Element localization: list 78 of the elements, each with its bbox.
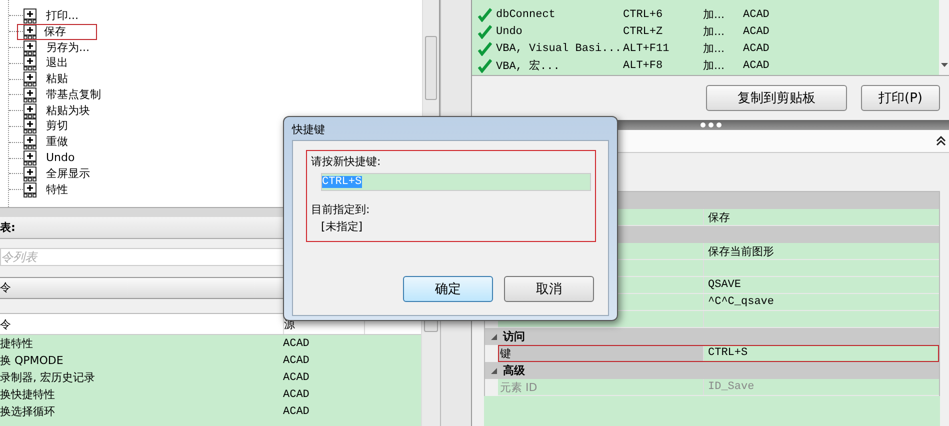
command-name[interactable]: VBA, Visual Basi...: [496, 42, 623, 54]
command-icon: [23, 24, 37, 40]
collapse-icon[interactable]: [936, 136, 946, 146]
tree-item[interactable]: 粘贴为块: [43, 102, 93, 119]
source-cell-text: ACAD: [743, 26, 770, 38]
tree-item[interactable]: 另存为...: [43, 40, 92, 56]
expand-icon[interactable]: [491, 368, 497, 374]
property-name: 元素 ID: [498, 379, 704, 395]
source-cell-text: ACAD: [283, 388, 310, 400]
command-name[interactable]: 捷特性: [0, 336, 283, 351]
shortcut-keys: CTRL+6: [623, 8, 703, 20]
command-icon: [23, 118, 37, 134]
type-cell-text: 加...: [703, 58, 726, 73]
property-name: 键: [498, 345, 704, 361]
command-icon: [23, 55, 37, 72]
tree-item[interactable]: 特性: [43, 182, 71, 198]
assigned-value: [未指定]: [320, 219, 364, 235]
tree-item[interactable]: 保存: [17, 24, 97, 40]
command-name[interactable]: 换选择循环: [0, 404, 283, 419]
property-value: ^C^C_qsave: [707, 295, 776, 310]
dialog-button[interactable]: 取消: [504, 276, 594, 302]
check-icon: [478, 42, 492, 56]
command-icon: [23, 8, 37, 24]
shortcut-keys: ALT+F11: [623, 42, 703, 54]
tree-item[interactable]: 粘贴: [43, 71, 71, 88]
command-name[interactable]: 录制器, 宏历史记录: [0, 370, 283, 385]
expand-icon[interactable]: [491, 334, 497, 340]
command-name[interactable]: 换 QPMODE: [0, 353, 283, 368]
command-icon: [23, 134, 37, 150]
command-icon: [23, 71, 37, 88]
source-cell-text: ACAD: [743, 60, 770, 72]
property-value: CTRL+S: [707, 346, 749, 361]
category-label: 访问: [503, 329, 525, 344]
command-name[interactable]: VBA, 宏...: [496, 58, 623, 73]
source-cell-text: ACAD: [283, 338, 310, 350]
dialog-title: 快捷键: [290, 122, 326, 138]
source-cell-text: ACAD: [743, 8, 770, 20]
check-icon: [478, 24, 492, 38]
tree-item[interactable]: 退出: [43, 55, 71, 72]
type-cell-text: 加...: [703, 7, 726, 22]
dialog-button[interactable]: 打印(P): [861, 85, 940, 111]
field-label: 请按新快捷键:: [311, 154, 382, 170]
source-cell-text: ACAD: [743, 42, 770, 54]
tree-item[interactable]: 全屏显示: [43, 166, 93, 182]
command-icon: [23, 166, 37, 182]
category-label: 高级: [503, 363, 525, 378]
property-value: QSAVE: [707, 278, 742, 293]
check-icon: [478, 8, 492, 22]
command-icon: [23, 40, 37, 56]
tree-item[interactable]: Undo: [43, 150, 78, 166]
property-value: 保存: [707, 211, 731, 225]
shortcut-keys: ALT+F8: [623, 60, 703, 72]
property-value: ID_Save: [707, 380, 756, 395]
scroll-down-icon[interactable]: [940, 63, 948, 67]
tree-item[interactable]: 打印...: [43, 8, 82, 24]
command-icon: [23, 182, 37, 198]
command-icon: [23, 150, 37, 166]
command-icon: [23, 86, 37, 103]
source-cell-text: ACAD: [283, 372, 310, 384]
source-cell-text: ACAD: [283, 406, 310, 418]
dialog-button[interactable]: 确定: [403, 276, 493, 302]
tree-item[interactable]: 带基点复制: [43, 86, 104, 103]
command-icon: [23, 102, 37, 119]
command-name[interactable]: Undo: [496, 26, 623, 38]
type-cell-text: 加...: [703, 24, 726, 39]
field-label: 目前指定到:: [311, 202, 371, 218]
command-name[interactable]: 换快捷特性: [0, 387, 283, 402]
tree-item[interactable]: 剪切: [43, 118, 71, 134]
dialog-button[interactable]: 复制到剪贴板: [706, 85, 847, 111]
tree-item[interactable]: 重做: [43, 134, 71, 150]
check-icon: [478, 58, 492, 72]
source-cell-text: ACAD: [283, 354, 310, 366]
property-value: 保存当前图形: [707, 245, 775, 259]
property-row[interactable]: 键 CTRL+S: [498, 345, 939, 362]
command-name[interactable]: dbConnect: [496, 8, 623, 20]
shortcut-keys: CTRL+Z: [623, 26, 703, 38]
type-cell-text: 加...: [703, 41, 726, 56]
grip-icon[interactable]: [698, 122, 722, 128]
